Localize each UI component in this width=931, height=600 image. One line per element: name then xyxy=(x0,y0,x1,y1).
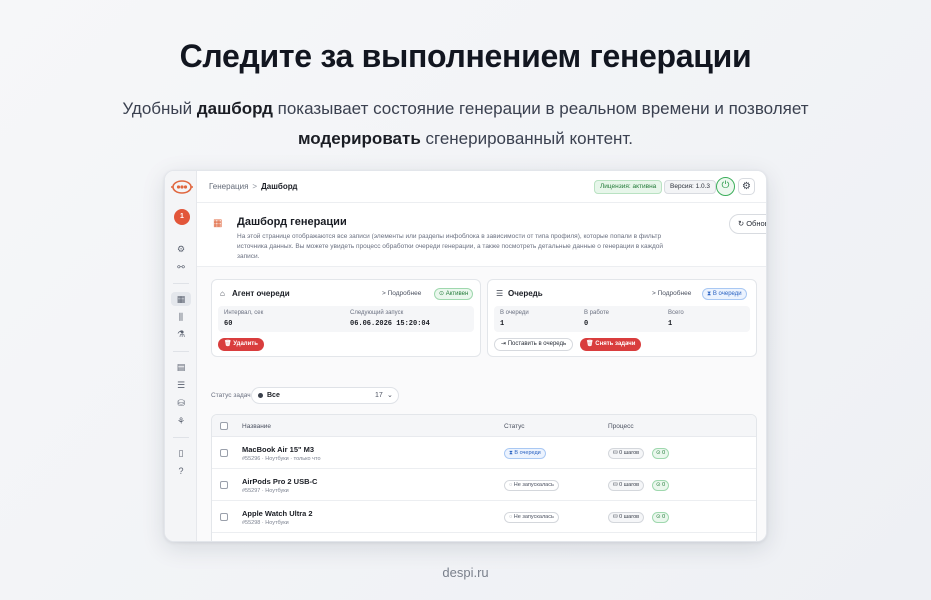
hero-subtitle: Удобный дашборд показывает состояние ген… xyxy=(122,99,809,148)
agent-status-badge: ⊙ Активен xyxy=(434,288,474,300)
ok-badge: ⊙ 0 xyxy=(652,480,670,491)
ok-badge: ⊙ 0 xyxy=(652,512,670,523)
power-icon[interactable]: ⏻ xyxy=(716,177,735,196)
row-checkbox[interactable] xyxy=(220,481,228,489)
list-icon[interactable]: ☰ xyxy=(175,379,187,391)
row-name[interactable]: AirPods Pro 2 USB-C xyxy=(242,477,317,486)
status-badge: ◌ Не запускалась xyxy=(504,512,559,523)
sidebar-divider xyxy=(173,437,189,438)
breadcrumb-current: Дашборд xyxy=(261,182,298,191)
next-run-label: Следующий запуск xyxy=(350,310,404,316)
database-icon[interactable]: ⛁ xyxy=(175,397,187,409)
row-name[interactable]: MacBook Air 15" M3 xyxy=(242,445,314,454)
app-window: 1 ⚙ ⚯ ▦ ⫼ ⚗ ▤ ☰ ⛁ ⚘ ▯ ? Генерация > Дашбор… xyxy=(164,170,767,542)
filter-value: Все xyxy=(267,392,280,399)
breadcrumb-parent[interactable]: Генерация xyxy=(209,182,248,191)
settings-icon[interactable]: ⚙ xyxy=(175,243,187,255)
row-name[interactable]: Apple Watch Ultra 2 xyxy=(242,509,313,518)
page-header: ▦ Дашборд генерации На этой странице ото… xyxy=(197,203,766,267)
document-icon[interactable]: ▤ xyxy=(175,361,187,373)
agent-more-link[interactable]: > Подробнее xyxy=(382,290,421,297)
flask-icon[interactable]: ⚗ xyxy=(175,328,187,340)
network-icon[interactable]: ⚘ xyxy=(175,415,187,427)
sidebar-divider xyxy=(173,351,189,352)
remove-tasks-button[interactable]: 🗑 Снять задачи xyxy=(580,338,642,351)
interval-value: 60 xyxy=(224,320,233,328)
dashboard-header-icon: ▦ xyxy=(213,218,223,229)
select-all-checkbox[interactable] xyxy=(220,422,228,430)
row-checkbox[interactable] xyxy=(220,449,228,457)
filter-dot-icon xyxy=(258,393,263,398)
logo-icon xyxy=(171,180,193,194)
steps-badge: ⛁ 0 шагов xyxy=(608,448,645,459)
steps-badge: ⛁ 0 шагов xyxy=(608,480,645,491)
filter-label: Статус задач xyxy=(211,392,251,399)
chevron-down-icon: ⌄ xyxy=(387,392,393,399)
agent-card-title: Агент очереди xyxy=(232,289,290,298)
queue-card: ☰ Очередь > Подробнее ⧗ В очереди В очер… xyxy=(487,279,757,357)
version-badge: Версия: 1.0.3 xyxy=(664,180,717,194)
page-title: Дашборд генерации xyxy=(237,216,347,228)
table-row[interactable]: Apple Watch Ultra 2 #55298 · Ноутбуки ◌ … xyxy=(212,501,756,533)
filter-count: 17 xyxy=(375,392,383,399)
total-value: 1 xyxy=(668,320,673,328)
status-badge: ⧗ В очереди xyxy=(504,448,546,459)
in-queue-value: 1 xyxy=(500,320,505,328)
steps-badge: ⛁ 0 шагов xyxy=(608,512,645,523)
next-run-value: 06.06.2026 15:20:04 xyxy=(350,320,430,328)
row-meta: #55296 · Ноутбуки · только что xyxy=(242,456,321,462)
column-header-process[interactable]: Процесс xyxy=(608,423,634,430)
queue-status-badge: ⧗ В очереди xyxy=(702,288,747,300)
agent-card: ⌂ Агент очереди > Подробнее ⊙ Активен Ин… xyxy=(211,279,481,357)
table-header: Название Статус Процесс xyxy=(212,415,756,437)
topbar: Генерация > Дашборд Лицензия: активна Верс… xyxy=(197,171,766,203)
in-queue-label: В очереди xyxy=(500,310,529,316)
sidebar-divider xyxy=(173,283,189,284)
queue-icon: ☰ xyxy=(496,289,504,298)
queue-more-link[interactable]: > Подробнее xyxy=(652,290,691,297)
enqueue-button[interactable]: ⇥ Поставить в очередь xyxy=(494,338,574,351)
refresh-button[interactable]: ↻ Обновить xyxy=(729,214,766,234)
breadcrumb-separator: > xyxy=(252,182,258,191)
avatar[interactable]: 1 xyxy=(174,209,190,225)
row-meta: #55297 · Ноутбуки xyxy=(242,488,289,494)
row-checkbox[interactable] xyxy=(220,513,228,521)
column-header-name[interactable]: Название xyxy=(242,423,271,430)
in-work-value: 0 xyxy=(584,320,589,328)
total-label: Всего xyxy=(668,310,684,316)
status-badge: ◌ Не запускалась xyxy=(504,480,559,491)
ok-badge: ⊙ 0 xyxy=(652,448,670,459)
library-icon[interactable]: ⫼ xyxy=(175,311,187,323)
hero-title: Следите за выполнением генерации xyxy=(179,38,752,74)
sidebar: 1 ⚙ ⚯ ▦ ⫼ ⚗ ▤ ☰ ⛁ ⚘ ▯ ? xyxy=(165,171,197,541)
row-meta: #55298 · Ноутбуки xyxy=(242,520,289,526)
queue-stats: В очереди 1 В работе 0 Всего 1 xyxy=(494,306,750,332)
queue-card-title: Очередь xyxy=(508,289,543,298)
tasks-table: Название Статус Процесс MacBook Air 15" … xyxy=(211,414,757,541)
main-content: ▦ Дашборд генерации На этой странице ото… xyxy=(197,203,766,541)
page-description: На этой странице отображаются все записи… xyxy=(237,233,664,260)
breadcrumb: Генерация > Дашборд xyxy=(209,182,298,191)
dashboard-icon[interactable]: ▦ xyxy=(171,292,191,306)
agent-icon: ⌂ xyxy=(220,289,225,298)
gear-icon[interactable]: ⚙ xyxy=(738,178,755,195)
table-row[interactable]: AirPods Pro 2 USB-C #55297 · Ноутбуки ◌ … xyxy=(212,469,756,501)
footer-domain: despi.ru xyxy=(442,565,489,580)
table-row[interactable]: MacBook Air 15" M3 #55296 · Ноутбуки · т… xyxy=(212,437,756,469)
interval-label: Интервал, сек xyxy=(224,310,264,316)
agent-stats: Интервал, сек 60 Следующий запуск 06.06.… xyxy=(218,306,474,332)
delete-agent-button[interactable]: 🗑 Удалить xyxy=(218,338,264,351)
book-icon[interactable]: ▯ xyxy=(175,447,187,459)
in-work-label: В работе xyxy=(584,310,610,316)
help-icon[interactable]: ? xyxy=(175,465,187,477)
status-filter-select[interactable]: Все 17 ⌄ xyxy=(251,387,399,404)
license-badge: Лицензия: активна xyxy=(594,180,663,194)
link-icon[interactable]: ⚯ xyxy=(175,261,187,273)
column-header-status[interactable]: Статус xyxy=(504,423,525,430)
